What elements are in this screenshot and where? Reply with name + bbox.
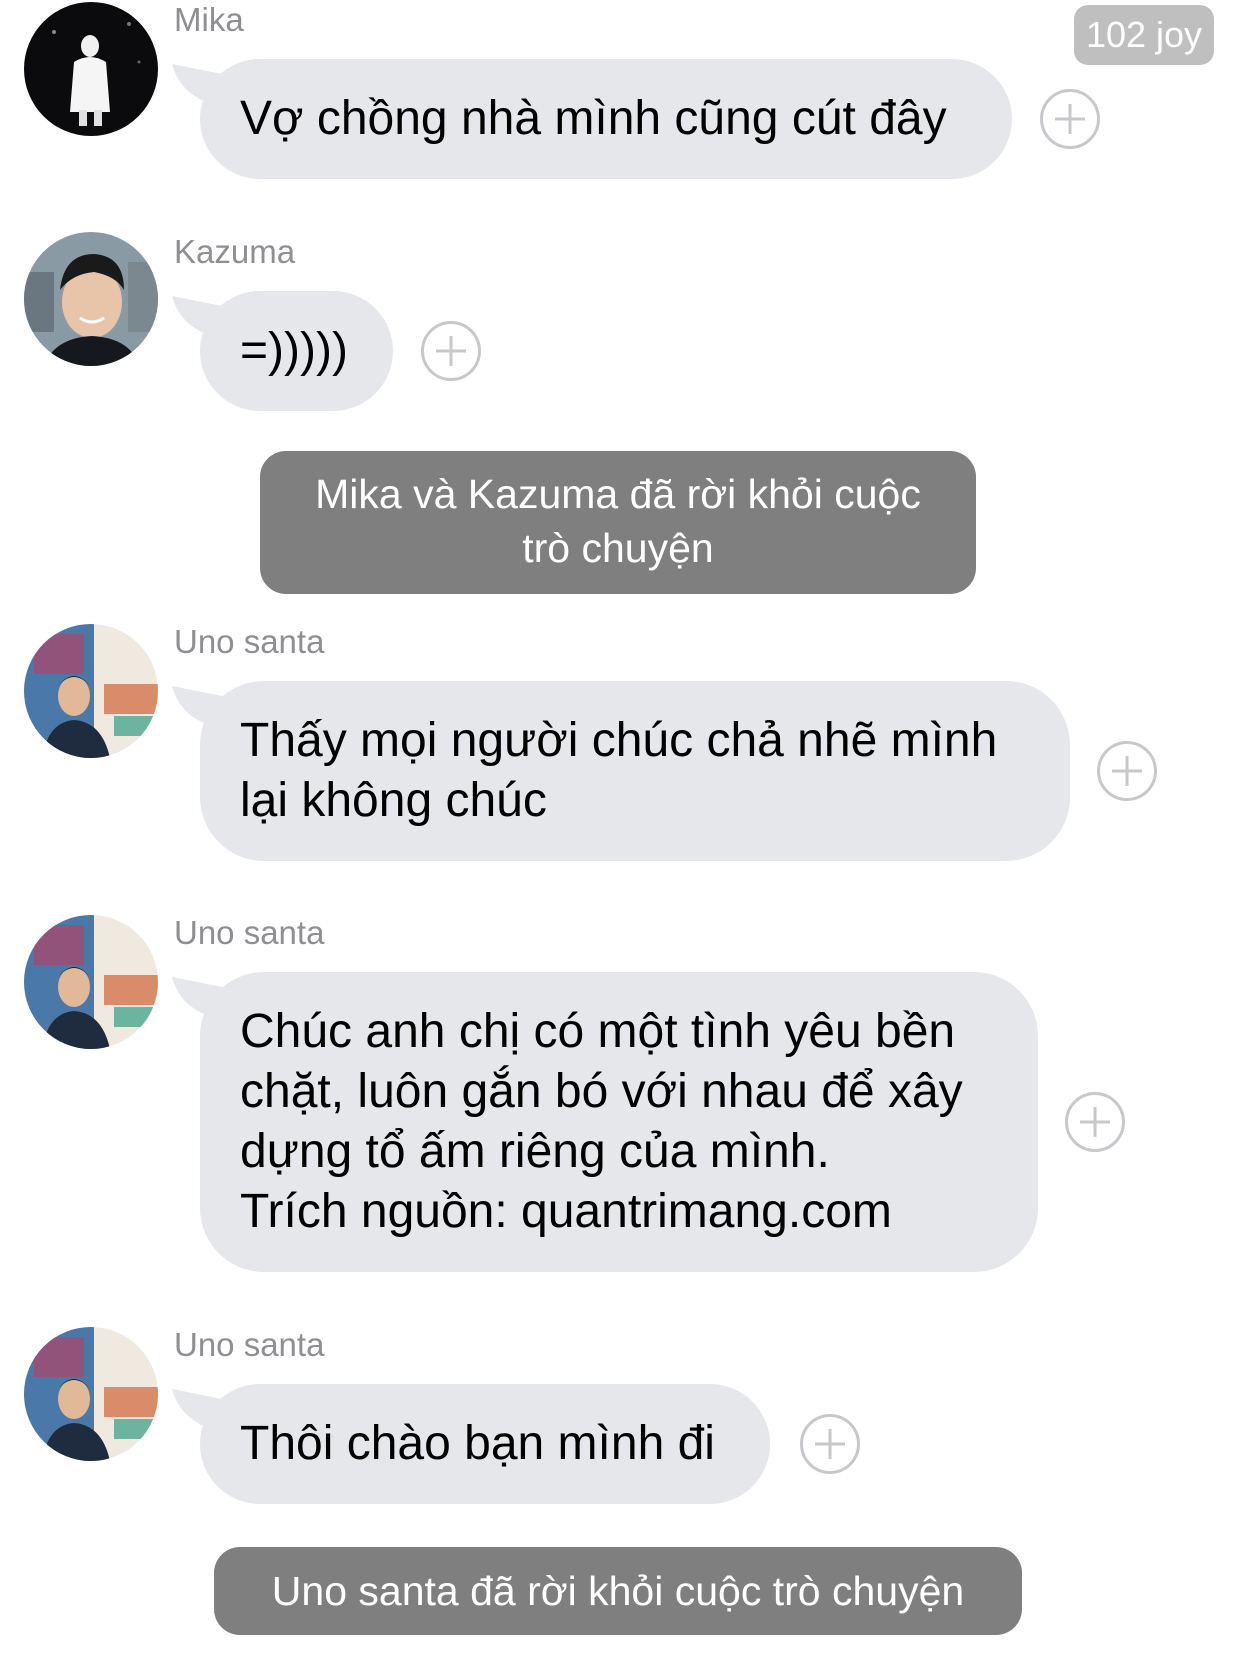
message-text: =))))) (240, 324, 348, 377)
message-bubble[interactable]: Thấy mọi người chúc chả nhẽ mình lại khô… (200, 681, 1070, 861)
message-bubble[interactable]: Chúc anh chị có một tình yêu bền chặt, l… (200, 972, 1038, 1272)
message-row: Uno santa Thôi chào bạn mình đi (0, 1325, 1242, 1505)
message-row: Uno santa Thấy mọi người chúc chả nhẽ mì… (0, 622, 1242, 862)
system-message: Uno santa đã rời khỏi cuộc trò chuyện (214, 1547, 1022, 1635)
sender-name: Uno santa (174, 914, 325, 951)
avatar[interactable] (24, 624, 158, 758)
message-text-line: Thấy mọi người chúc chả nhẽ mình (240, 714, 998, 767)
message-text-line: Trích nguồn: quantrimang.com (240, 1185, 892, 1238)
add-reaction-icon[interactable] (1065, 1092, 1125, 1152)
message-row: Uno santa Chúc anh chị có một tình yêu b… (0, 913, 1242, 1273)
add-reaction-icon[interactable] (1040, 89, 1100, 149)
system-message: Mika và Kazuma đã rời khỏi cuộc trò chuy… (260, 451, 976, 594)
sender-name: Uno santa (174, 623, 325, 660)
system-message-line: trò chuyện (522, 525, 714, 571)
avatar[interactable] (24, 2, 158, 136)
add-reaction-icon[interactable] (421, 321, 481, 381)
message-bubble[interactable]: =))))) (200, 291, 393, 411)
avatar[interactable] (24, 1327, 158, 1461)
message-text-line: chặt, luôn gắn bó với nhau để xây (240, 1065, 963, 1118)
message-text: Vợ chồng nhà mình cũng cút đây (240, 92, 947, 145)
avatar[interactable] (24, 915, 158, 1049)
message-row: Mika Vợ chồng nhà mình cũng cút đây (0, 0, 1242, 180)
add-reaction-icon[interactable] (800, 1414, 860, 1474)
message-text-line: Chúc anh chị có một tình yêu bền (240, 1005, 956, 1058)
system-message-text: Uno santa đã rời khỏi cuộc trò chuyện (271, 1568, 965, 1614)
system-message-line: Mika và Kazuma đã rời khỏi cuộc (315, 471, 921, 517)
add-reaction-icon[interactable] (1097, 741, 1157, 801)
message-text-line: dựng tổ ấm riêng của mình. (240, 1125, 830, 1178)
message-text: Thôi chào bạn mình đi (240, 1417, 715, 1470)
sender-name: Kazuma (174, 233, 296, 270)
sender-name: Uno santa (174, 1326, 325, 1363)
message-bubble[interactable]: Vợ chồng nhà mình cũng cút đây (200, 59, 1012, 179)
sender-name: Mika (174, 1, 244, 38)
message-bubble[interactable]: Thôi chào bạn mình đi (200, 1384, 770, 1504)
message-text-line: lại không chúc (240, 774, 547, 827)
avatar[interactable] (24, 232, 158, 366)
message-row: Kazuma =))))) (0, 232, 1242, 412)
